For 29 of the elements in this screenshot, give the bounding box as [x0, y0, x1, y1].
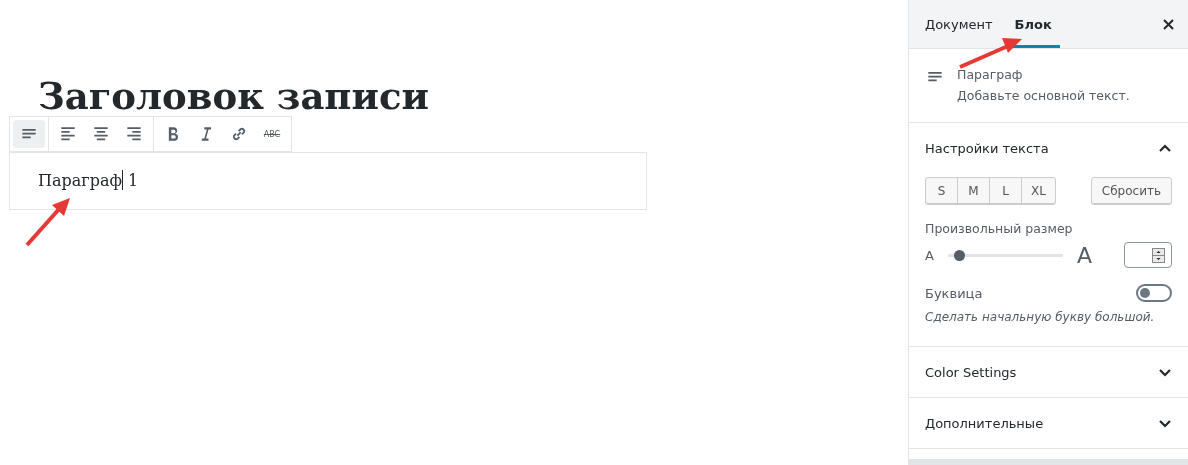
custom-size-label: Произвольный размер	[925, 221, 1074, 236]
large-a-label: A	[1076, 242, 1092, 268]
strikethrough-button[interactable]: ABC	[256, 120, 288, 148]
panel-header[interactable]: Color Settings	[909, 347, 1188, 397]
panel-header[interactable]: Дополнительные	[909, 398, 1188, 448]
annotation-arrow	[958, 36, 1024, 70]
chevron-down-icon	[1158, 367, 1172, 377]
chevron-down-icon	[1158, 418, 1172, 428]
block-description: Добавьте основной текст.	[957, 88, 1130, 103]
paragraph-button[interactable]	[13, 120, 45, 148]
chevron-up-icon	[1158, 143, 1172, 153]
font-size-button[interactable]: M	[957, 177, 990, 205]
font-size-button[interactable]: S	[925, 177, 958, 205]
close-icon	[1162, 18, 1174, 30]
font-size-button[interactable]: XL	[1021, 177, 1056, 205]
toggle-switch[interactable]	[1136, 284, 1172, 302]
spinner-icon	[1152, 248, 1165, 263]
reset-button[interactable]: Сбросить	[1090, 177, 1172, 205]
font-size-button[interactable]: L	[989, 177, 1022, 205]
post-title[interactable]: Заголовок записи	[38, 76, 429, 116]
block-name: Параграф	[957, 67, 1024, 82]
paragraph-block[interactable]: Параграф 1	[9, 152, 647, 210]
drop-cap-label: Буквица	[925, 285, 983, 301]
help-text: Сделать начальную букву большой.	[925, 310, 1156, 324]
number-field[interactable]	[1124, 242, 1172, 268]
panel-header[interactable]: Настройки текста	[909, 123, 1188, 173]
small-a-label: A	[925, 247, 934, 263]
sidebar-tab[interactable]: Документ	[917, 0, 1001, 48]
slider-thumb[interactable]	[954, 249, 966, 261]
